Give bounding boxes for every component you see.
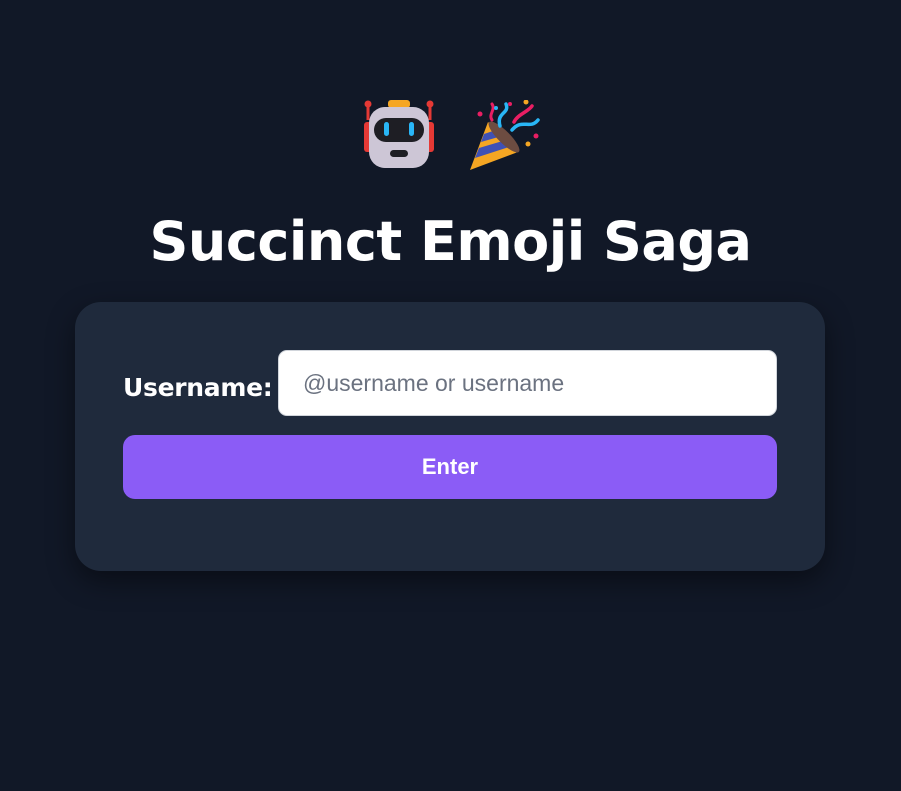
login-card: Username: Enter <box>75 302 825 571</box>
header-emojis <box>0 100 901 178</box>
username-input[interactable] <box>278 350 777 416</box>
page-title: Succinct Emoji Saga <box>149 210 752 273</box>
enter-button[interactable]: Enter <box>123 435 777 499</box>
robot-icon <box>363 100 434 168</box>
username-label: Username: <box>123 373 273 402</box>
party-popper-icon <box>469 100 540 170</box>
page: Succinct Emoji Saga Username: Enter <box>0 0 901 791</box>
